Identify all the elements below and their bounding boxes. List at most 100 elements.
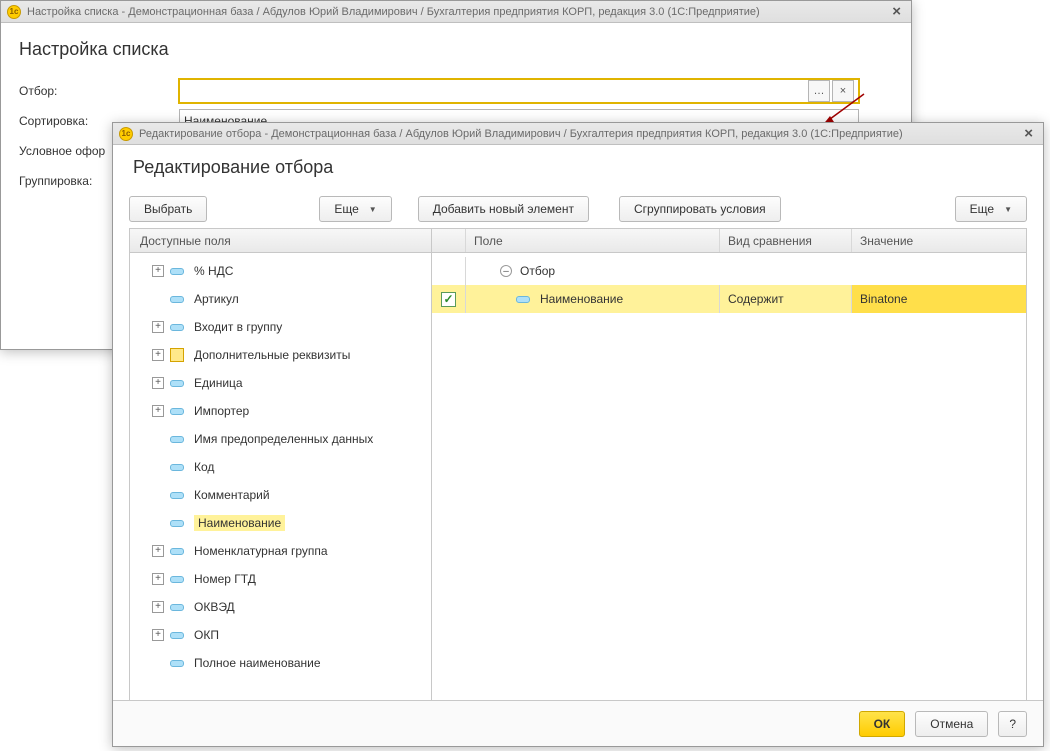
filter-clear-button[interactable]: × [832,80,854,102]
cancel-button[interactable]: Отмена [915,711,988,737]
filter-input[interactable]: … × [179,79,859,103]
page-title-front: Редактирование отбора [133,157,1023,178]
condition-field: Наименование [540,292,623,306]
field-label: Единица [194,376,243,390]
filter-conditions-pane: Поле Вид сравнения Значение – Отбор [431,228,1027,722]
toolbar: Выбрать Еще▼ Добавить новый элемент Сгру… [113,186,1043,228]
titlebar-back: 1c Настройка списка - Демонстрационная б… [1,1,911,23]
available-fields-pane: Доступные поля + % НДС Артикул + Входит в гр… [129,228,431,722]
field-label: % НДС [194,264,233,278]
field-type-icon [170,464,184,471]
select-button[interactable]: Выбрать [129,196,207,222]
field-item[interactable]: Наименование [130,509,431,537]
conditions-tree[interactable]: – Отбор ✓ Наименование [432,253,1026,721]
field-item[interactable]: Код [130,453,431,481]
filter-root-label: Отбор [520,264,555,278]
chevron-down-icon: ▼ [369,205,377,214]
field-item[interactable]: + % НДС [130,257,431,285]
expand-icon[interactable]: + [152,573,164,585]
field-type-icon [516,296,530,303]
group-conditions-button[interactable]: Сгруппировать условия [619,196,781,222]
expand-icon[interactable]: + [152,545,164,557]
ok-button[interactable]: ОК [859,711,906,737]
condition-comparison: Содержит [728,292,784,306]
column-comparison: Вид сравнения [720,229,852,252]
filter-condition-row[interactable]: ✓ Наименование Содержит Binatone [432,285,1026,313]
field-type-icon [170,324,184,331]
expand-placeholder [152,293,164,305]
filter-label: Отбор: [19,84,179,98]
condition-value: Binatone [860,292,907,306]
help-button[interactable]: ? [998,711,1027,737]
field-item[interactable]: Артикул [130,285,431,313]
field-item[interactable]: + Импортер [130,397,431,425]
expand-icon[interactable]: + [152,377,164,389]
field-type-icon [170,268,184,275]
dialog-footer: ОК Отмена ? [113,700,1043,746]
app-icon: 1c [119,127,133,141]
field-label: Входит в группу [194,320,282,334]
field-item[interactable]: Имя предопределенных данных [130,425,431,453]
field-label: Имя предопределенных данных [194,432,373,446]
field-item[interactable]: Полное наименование [130,649,431,677]
field-item[interactable]: + Дополнительные реквизиты [130,341,431,369]
expand-icon[interactable]: + [152,265,164,277]
field-type-icon [170,380,184,387]
page-title-back: Настройка списка [19,39,893,60]
titlebar-front: 1c Редактирование отбора - Демонстрацион… [113,123,1043,145]
field-label: Код [194,460,214,474]
close-icon[interactable]: × [1020,125,1037,142]
available-fields-header: Доступные поля [130,234,239,248]
field-label: Комментарий [194,488,270,502]
field-label: Импортер [194,404,249,418]
more-right-button[interactable]: Еще▼ [955,196,1027,222]
field-label: Номер ГТД [194,572,256,586]
expand-placeholder [152,433,164,445]
expand-placeholder [152,461,164,473]
column-field: Поле [466,229,720,252]
chevron-down-icon: ▼ [1004,205,1012,214]
expand-icon[interactable]: + [152,601,164,613]
field-label: Дополнительные реквизиты [194,348,350,362]
field-item[interactable]: + Входит в группу [130,313,431,341]
window-filter-editor: 1c Редактирование отбора - Демонстрацион… [112,122,1044,747]
filter-ellipsis-button[interactable]: … [808,80,830,102]
field-item[interactable]: +ОКВЭД [130,593,431,621]
field-type-icon [170,520,184,527]
field-type-icon [170,548,184,555]
condition-checkbox[interactable]: ✓ [441,292,456,307]
field-item[interactable]: Комментарий [130,481,431,509]
app-icon: 1c [7,5,21,19]
field-type-icon [170,604,184,611]
field-type-icon [170,436,184,443]
expand-placeholder [152,517,164,529]
close-icon[interactable]: × [888,3,905,20]
expand-icon[interactable]: + [152,349,164,361]
expand-placeholder [152,489,164,501]
field-item[interactable]: + Номер ГТД [130,565,431,593]
field-item[interactable]: + Номенклатурная группа [130,537,431,565]
field-item[interactable]: +ОКП [130,621,431,649]
available-fields-tree[interactable]: + % НДС Артикул + Входит в группу + Дополнител… [130,253,431,721]
column-value: Значение [852,229,1026,252]
field-type-icon [170,408,184,415]
field-type-icon [170,492,184,499]
field-type-icon [170,576,184,583]
field-type-icon [170,660,184,667]
more-left-button[interactable]: Еще▼ [319,196,391,222]
expand-icon[interactable]: + [152,405,164,417]
add-element-button[interactable]: Добавить новый элемент [418,196,589,222]
field-label: Номенклатурная группа [194,544,328,558]
window-title-front: Редактирование отбора - Демонстрационная… [139,128,903,140]
collapse-icon[interactable]: – [500,265,512,277]
field-type-icon [170,632,184,639]
expand-icon[interactable]: + [152,321,164,333]
field-type-icon [170,296,184,303]
expand-icon[interactable]: + [152,629,164,641]
window-title-back: Настройка списка - Демонстрационная база… [27,6,760,18]
field-item[interactable]: + Единица [130,369,431,397]
field-label: Наименование [194,515,285,531]
filter-root-row[interactable]: – Отбор [432,257,1026,285]
field-label: Полное наименование [194,656,321,670]
field-label: Артикул [194,292,239,306]
